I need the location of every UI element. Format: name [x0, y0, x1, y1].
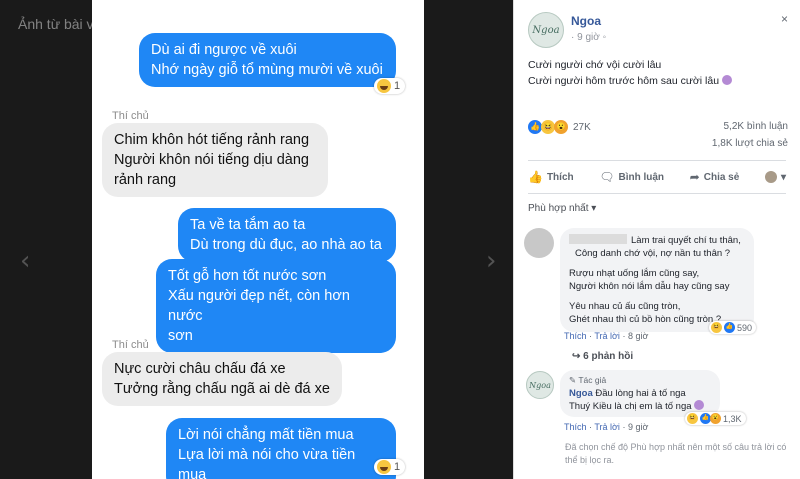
next-photo-icon[interactable]: ›	[486, 246, 496, 276]
comment-icon: 🗨	[599, 170, 615, 184]
view-replies-link[interactable]: ↪ 6 phản hồi	[572, 351, 633, 362]
message-bubble-outgoing: Ta về ta tắm ao ta Dù trong dù đục, ao n…	[178, 208, 396, 262]
laugh-emoji-icon	[377, 79, 391, 93]
close-icon[interactable]: ×	[781, 12, 788, 26]
post-text-line: Cười người chớ vội cười lâu	[528, 59, 662, 71]
comment-button[interactable]: 🗨 Bình luận	[599, 170, 664, 184]
comment-like-link[interactable]: Thích	[564, 422, 587, 432]
caret-down-icon: ▾	[591, 203, 597, 214]
message-line: Người khôn nói tiếng dịu dàng	[114, 152, 309, 168]
wow-reaction-icon: 😮	[710, 413, 721, 424]
emoji-icon	[694, 400, 705, 410]
message-line: Dù trong dù đục, ao nhà ao ta	[190, 237, 382, 253]
message-line: Lựa lời mà nói cho vừa tiền mua	[178, 447, 356, 479]
reply-arrow-icon: ↪	[572, 351, 584, 362]
comment-actions: Thích · Trả lời · 8 giờ	[564, 331, 649, 341]
divider	[528, 160, 786, 161]
message-line: Xấu người đẹp nết, còn hơn nước	[168, 288, 350, 324]
post-text-line: Cười người hôm trước hôm sau cười lâu	[528, 73, 732, 89]
reaction-summary[interactable]: 👍 😆 😮 27K	[528, 120, 591, 134]
sender-name: Thí chủ	[112, 339, 149, 351]
thumbs-up-icon: 👍	[528, 170, 543, 184]
comment-bubble: Làm trai quyết chí tu thân, Công danh ch…	[560, 228, 754, 332]
pencil-icon: ✎	[569, 375, 579, 385]
message-line: Tốt gỗ hơn tốt nước sơn	[168, 268, 327, 284]
emoji-icon	[721, 75, 732, 85]
comment-reply-link[interactable]: Trả lời	[594, 331, 620, 341]
laugh-emoji-icon	[377, 460, 391, 474]
post-timestamp[interactable]: · 9 giờ ◦	[571, 32, 606, 43]
divider	[528, 193, 786, 194]
message-line: rảnh rang	[114, 172, 177, 188]
commenter-avatar[interactable]	[524, 228, 554, 258]
share-icon: ➦	[689, 170, 700, 184]
comment-line: Người khôn nói lắm dẫu hay cũng say	[569, 281, 730, 292]
message-line: Ta về ta tắm ao ta	[190, 217, 306, 233]
comment-count[interactable]: 5,2K bình luận	[724, 121, 789, 132]
message-line: Nhớ ngày giỗ tổ mùng mười về xuôi	[151, 62, 383, 78]
comment-line: Rượu nhạt uống lắm cũng say,	[569, 268, 700, 279]
comment-filter[interactable]: Phù hợp nhất ▾	[528, 203, 596, 214]
message-line: sơn	[168, 328, 193, 344]
chevron-down-icon: ▾	[780, 171, 786, 183]
post-body: Cười người chớ vội cười lâu Cười người h…	[528, 57, 732, 89]
haha-reaction-icon: 😆	[711, 322, 722, 333]
message-bubble-incoming: Nực cười châu chấu đá xe Tưởng rằng chấu…	[102, 352, 342, 406]
author-avatar[interactable]: Ngoa	[528, 12, 564, 48]
like-reaction-icon: 👍	[528, 120, 542, 134]
message-line: Chim khôn hót tiếng rảnh rang	[114, 132, 310, 148]
reaction-count: 27K	[573, 121, 591, 133]
comment-bubble: ✎ Tác giả Ngoa Đầu lòng hai ả tố nga Thu…	[560, 370, 720, 417]
message-bubble-incoming: Chim khôn hót tiếng rảnh rang Người khôn…	[102, 123, 328, 197]
message-bubble-outgoing: Tốt gỗ hơn tốt nước sơn Xấu người đẹp nế…	[156, 259, 396, 353]
message-bubble-outgoing: Lời nói chẳng mất tiền mua Lựa lời mà nó…	[166, 418, 396, 479]
comment-line: Yêu nhau củ ấu cũng tròn,	[569, 301, 681, 312]
wow-reaction-icon: 😮	[554, 120, 568, 134]
comment-like-link[interactable]: Thích	[564, 331, 587, 341]
comment-reactions[interactable]: 😆 👍 590	[709, 321, 757, 334]
haha-reaction-icon: 😆	[541, 120, 555, 134]
comment-time[interactable]: 9 giờ	[628, 422, 648, 432]
audience-selector[interactable]: ▾	[764, 171, 786, 183]
profile-avatar	[764, 171, 777, 183]
message-reaction[interactable]: 1	[374, 78, 406, 94]
like-reaction-icon: 👍	[724, 322, 735, 333]
redacted-name	[569, 234, 627, 244]
author-avatar[interactable]: Ngoa	[526, 371, 554, 399]
author-name[interactable]: Ngoa	[571, 14, 601, 28]
comment-line: Làm trai quyết chí tu thân,	[569, 234, 745, 247]
globe-icon: ◦	[599, 32, 607, 43]
haha-reaction-icon: 😆	[687, 413, 698, 424]
sender-name: Thí chủ	[112, 110, 149, 122]
share-count[interactable]: 1,8K lượt chia sẻ	[712, 138, 788, 149]
comment-line: Công danh chớ vội, nợ nần tu thân ?	[575, 248, 731, 259]
share-button[interactable]: ➦ Chia sẻ	[690, 170, 740, 184]
comment-actions: Thích · Trả lời · 9 giờ	[564, 422, 649, 432]
message-line: Tưởng rằng chấu ngã ai dè đá xe	[114, 381, 330, 397]
like-button[interactable]: 👍 Thích	[528, 170, 574, 184]
message-line: Dù ai đi ngược về xuôi	[151, 42, 297, 58]
photo-viewer: Ảnh từ bài viết của Ngoa ‹ › Dù ai đi ng…	[0, 0, 513, 479]
comment-line: Ngoa Đầu lòng hai ả tố nga	[569, 388, 686, 399]
message-bubble-outgoing: Dù ai đi ngược về xuôi Nhớ ngày giỗ tổ m…	[139, 33, 396, 87]
comment-time[interactable]: 8 giờ	[628, 331, 648, 341]
previous-photo-icon[interactable]: ‹	[20, 246, 30, 276]
comment-reply-link[interactable]: Trả lời	[594, 422, 620, 432]
chat-screenshot: Dù ai đi ngược về xuôi Nhớ ngày giỗ tổ m…	[92, 0, 424, 479]
message-line: Nực cười châu chấu đá xe	[114, 361, 286, 377]
author-badge: ✎ Tác giả	[569, 375, 607, 385]
filter-footnote: Đã chọn chế độ Phù hợp nhất nên một số c…	[565, 442, 787, 465]
post-panel: Ngoa Ngoa · 9 giờ ◦ × Cười người chớ vội…	[513, 0, 800, 479]
message-line: Lời nói chẳng mất tiền mua	[178, 427, 354, 443]
message-reaction[interactable]: 1	[374, 459, 406, 475]
post-actions: 👍 Thích 🗨 Bình luận ➦ Chia sẻ ▾	[528, 164, 786, 190]
comment-reactions[interactable]: 😆 👍 😮 1,3K	[685, 412, 746, 425]
comment-line: Thuý Kiều là chị em là tố nga	[569, 400, 711, 413]
